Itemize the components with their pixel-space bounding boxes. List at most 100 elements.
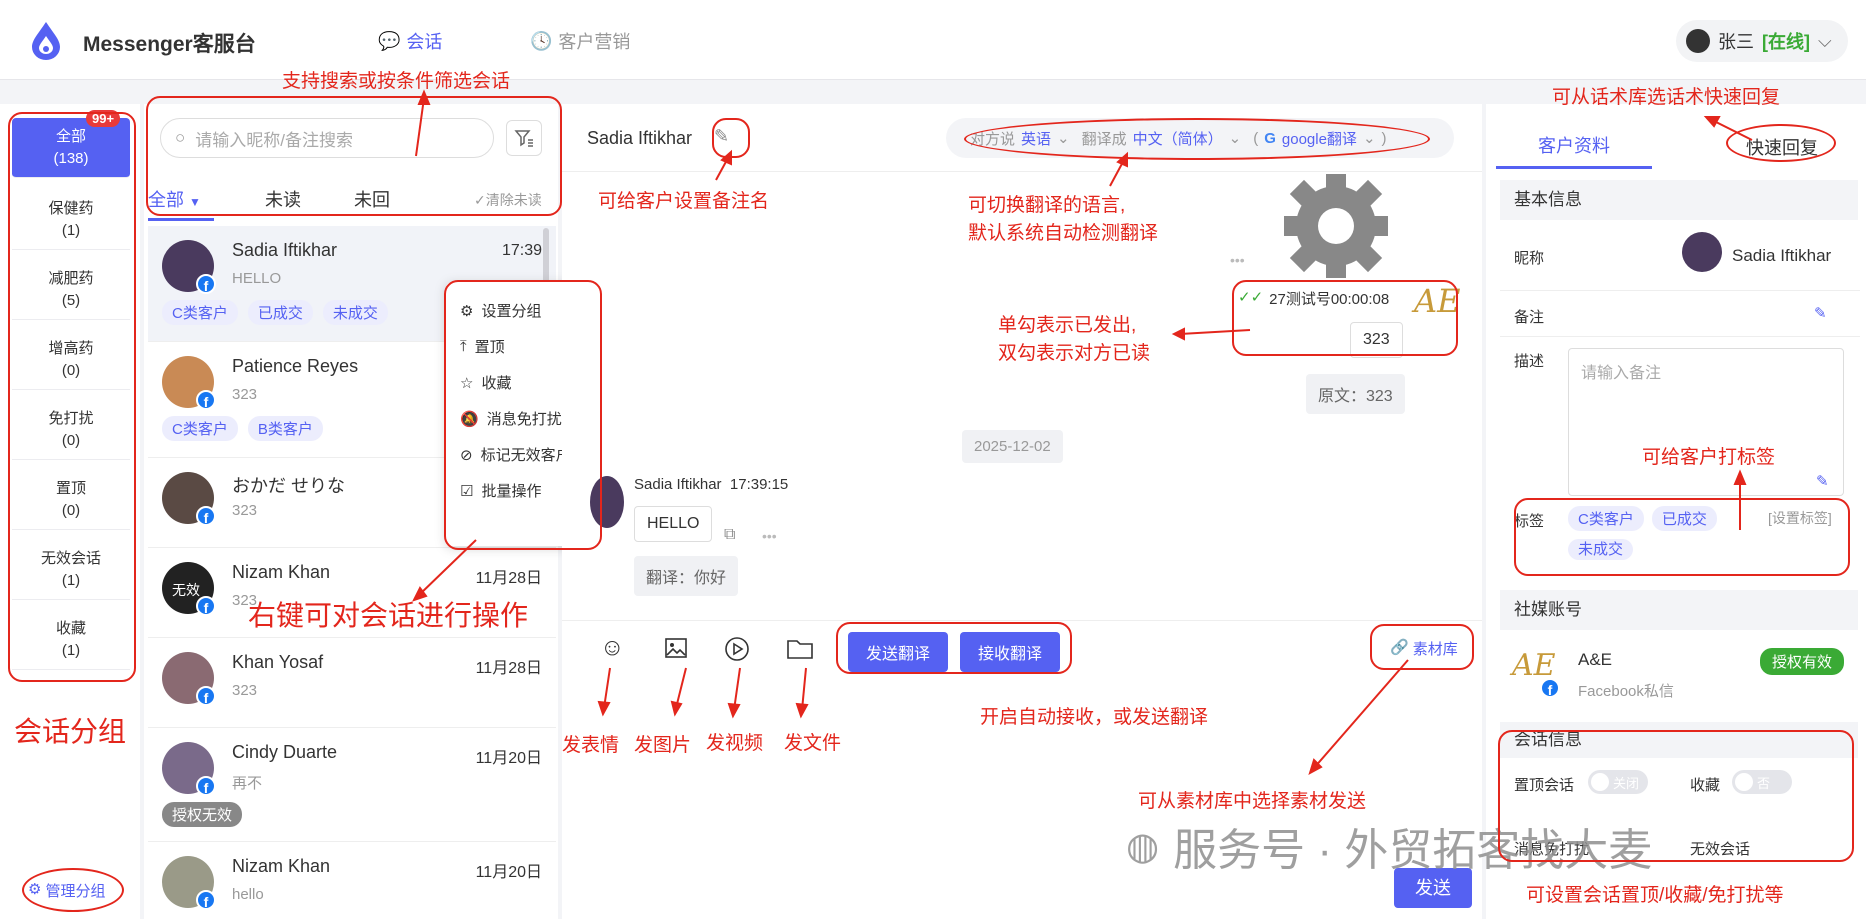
conversation-time: 11月20日 [475, 750, 542, 767]
divider [1500, 336, 1860, 337]
tab-customer-profile[interactable]: 客户资料 [1538, 132, 1610, 158]
annotation-ring [8, 112, 136, 682]
conversation-tags: C类客户 B类客户 [162, 416, 323, 441]
clock-icon: 🕓 [530, 30, 553, 51]
tag-chip: C类客户 [162, 300, 238, 325]
facebook-icon: f [196, 890, 216, 910]
conversation-preview: 323 [232, 502, 258, 519]
annotation-text: 发视频 [706, 733, 764, 754]
facebook-icon: f [196, 686, 216, 706]
nav-tab-marketing[interactable]: 🕓 客户营销 [530, 28, 630, 54]
user-menu[interactable]: 张三 [在线] ⌵ [1676, 20, 1848, 62]
incoming-message-header: Sadia Iftikhar 17:39:15 [634, 476, 788, 493]
conversation-name: Nizam Khan [232, 562, 331, 582]
annotation-text: 可切换翻译的语言, [968, 195, 1126, 216]
annotation-text: 开启自动接收，或发送翻译 [980, 707, 1209, 728]
annotation-text: 右键可对会话进行操作 [248, 600, 529, 631]
annotation-ring [712, 118, 750, 158]
conversation-name: Patience Reyes [232, 356, 359, 376]
more-icon[interactable]: ••• [1230, 252, 1245, 268]
social-account-name: A&E [1578, 650, 1613, 669]
conversation-preview: HELLO [232, 270, 282, 287]
conversation-name: Sadia Iftikhar [232, 240, 338, 260]
chat-contact-name: Sadia Iftikhar [587, 128, 693, 148]
app-title: Messenger客服台 [83, 33, 256, 56]
conversation-name: Khan Yosaf [232, 652, 324, 672]
tag-chip: B类客户 [247, 416, 323, 441]
nav-tab-conversations[interactable]: 💬 会话 [378, 28, 442, 54]
annotation-text: 发图片 [634, 735, 692, 756]
user-avatar-icon [1686, 29, 1710, 53]
remark-label: 备注 [1514, 309, 1545, 326]
description-textarea[interactable]: 请输入备注 [1568, 348, 1844, 496]
tag-chip: 未成交 [322, 300, 388, 325]
edit-icon[interactable]: ✎ [1816, 472, 1829, 490]
annotation-ring [146, 96, 562, 216]
annotation-text: 支持搜索或按条件筛选会话 [282, 71, 511, 92]
auth-status-badge: 授权有效 [1760, 648, 1845, 675]
user-status: [在线] [1762, 32, 1810, 52]
incoming-translation: 翻译：你好 [634, 556, 739, 596]
tag-chip: 授权无效 [162, 802, 243, 827]
incoming-message-bubble: HELLO [634, 506, 713, 542]
annotation-text: 发表情 [562, 735, 620, 756]
description-placeholder: 请输入备注 [1581, 365, 1662, 382]
annotation-ring [1370, 624, 1474, 670]
app-logo-icon [32, 22, 60, 60]
conversation-preview: hello [232, 886, 264, 903]
annotation-text: 可给客户设置备注名 [598, 191, 770, 212]
chat-bubble-icon: 💬 [378, 30, 401, 51]
image-icon[interactable] [664, 636, 688, 660]
tab-underline [1496, 166, 1652, 169]
annotation-ring [836, 622, 1072, 674]
nickname-label: 昵称 [1514, 250, 1545, 267]
customer-avatar [1682, 232, 1722, 272]
video-icon[interactable] [724, 636, 750, 662]
annotation-ring [1232, 280, 1458, 356]
emoji-icon[interactable]: ☺ [600, 634, 625, 662]
conversation-name: おかだ せりな [232, 476, 346, 496]
facebook-icon: f [196, 776, 216, 796]
facebook-icon: f [196, 596, 216, 616]
annotation-text: 可从素材库中选择素材发送 [1138, 791, 1367, 812]
conversation-time: 17:39 [501, 242, 542, 259]
conversation-preview: 再不 [232, 775, 263, 792]
annotation-ring [1514, 498, 1850, 576]
facebook-icon: f [1540, 678, 1560, 698]
section-social-accounts: 社媒账号 [1500, 590, 1858, 630]
conversation-name: Cindy Duarte [232, 742, 338, 762]
incoming-name: Sadia Iftikhar [634, 476, 722, 493]
annotation-ring [1726, 124, 1836, 162]
conversation-preview: 323 [232, 386, 258, 403]
conversation-item[interactable]: f Nizam Khan 11月20日 hello [148, 842, 556, 919]
conversation-time: 11月28日 [475, 660, 542, 677]
folder-icon[interactable] [786, 638, 814, 660]
nickname-value: Sadia Iftikhar [1732, 246, 1832, 265]
user-name: 张三 [1718, 32, 1754, 52]
annotation-text: 默认系统自动检测翻译 [968, 223, 1159, 244]
tab-underline [148, 218, 214, 221]
section-basic-info: 基本信息 [1500, 180, 1858, 220]
divider [1500, 290, 1860, 291]
translate-icon[interactable]: ⧉ [724, 526, 735, 544]
annotation-text: 可从话术库选话术快速回复 [1552, 87, 1781, 108]
gear-image [1284, 174, 1388, 278]
annotation-text: 发文件 [784, 733, 842, 754]
edit-icon[interactable]: ✎ [1814, 304, 1827, 322]
annotation-ring [22, 868, 124, 912]
annotation-text: 双勾表示对方已读 [998, 343, 1151, 364]
conversation-name: Nizam Khan [232, 856, 331, 876]
annotation-text: 可设置会话置顶/收藏/免打扰等 [1526, 885, 1784, 906]
chevron-down-icon: ⌵ [1818, 30, 1832, 51]
incoming-time: 17:39:15 [729, 476, 789, 493]
nav-label: 会话 [406, 32, 443, 52]
conversation-item[interactable]: f Cindy Duarte 11月20日再不授权无效 [148, 728, 556, 842]
more-icon[interactable]: ••• [762, 528, 777, 544]
date-divider: 2025-12-02 [962, 430, 1063, 463]
sent-original-text: 原文：323 [1306, 374, 1405, 414]
conversation-item[interactable]: f Khan Yosaf 11月28日 323 [148, 638, 556, 728]
wechat-icon: ◍ [1126, 825, 1160, 868]
annotation-ring [444, 280, 602, 550]
annotation-ring [964, 118, 1430, 160]
conversation-time: 11月28日 [475, 570, 542, 587]
